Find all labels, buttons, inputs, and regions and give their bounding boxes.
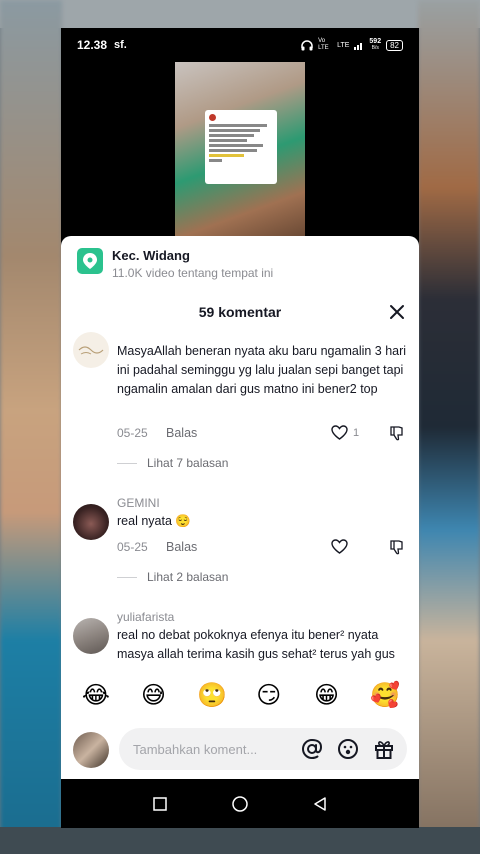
comment-input[interactable] [133, 741, 293, 757]
comment-date: 05-25 [117, 540, 148, 554]
thumbs-down-icon [390, 540, 403, 555]
input-actions [301, 738, 395, 760]
comment-avatar[interactable] [73, 618, 109, 654]
close-icon[interactable] [389, 304, 405, 320]
quick-emoji-row: 😂 😅 🙄 😏 😁 🥰 [61, 681, 419, 709]
recents-icon[interactable] [153, 797, 168, 811]
view-replies-label: Lihat 7 balasan [147, 456, 229, 470]
view-replies-button[interactable]: Lihat 7 balasan [117, 456, 228, 470]
status-bar: 12.38 sf. Vo LTE LTE 592 B/s 82 [61, 28, 419, 62]
volte-label: Vo LTE [318, 38, 329, 51]
user-avatar [73, 732, 109, 768]
background-left [0, 0, 62, 854]
gift-icon[interactable] [373, 738, 395, 760]
overlay-avatar [209, 114, 216, 121]
net-speed: 592 B/s [369, 38, 381, 52]
like-button[interactable]: 1 [331, 425, 359, 440]
location-pin-icon [77, 248, 103, 274]
emoji-button[interactable]: 😅 [139, 681, 167, 709]
reply-button[interactable]: Balas [166, 426, 197, 440]
battery-indicator: 82 [386, 39, 403, 51]
overlay-text-lines [209, 124, 273, 162]
status-time: 12.38 [77, 38, 108, 52]
video-thumbnail [175, 62, 305, 236]
back-icon[interactable] [313, 797, 327, 811]
comment-item: yuliafarista real no debat pokoknya efen… [61, 610, 419, 671]
at-icon[interactable] [301, 738, 323, 760]
emoji-button[interactable]: 🙄 [197, 681, 227, 709]
emoji-button[interactable]: 😂 [82, 681, 110, 709]
video-preview[interactable] [61, 62, 419, 236]
comment-username[interactable]: yuliafarista [117, 610, 174, 624]
home-icon[interactable] [232, 796, 248, 812]
emoji-button[interactable]: 🥰 [370, 681, 400, 709]
emoji-button[interactable]: 😁 [312, 681, 340, 709]
net-speed-unit: B/s [371, 45, 379, 51]
background-right [418, 0, 480, 854]
comments-sheet: Kec. Widang 11.0K video tentang tempat i… [61, 236, 419, 779]
phone-screen: 12.38 sf. Vo LTE LTE 592 B/s 82 Kec. Wid… [61, 28, 419, 828]
lte-label: LTE [337, 41, 350, 49]
video-overlay-card [205, 110, 277, 184]
location-subtitle: 11.0K video tentang tempat ini [112, 266, 274, 280]
background-bottom [0, 827, 480, 854]
heart-icon [331, 425, 348, 440]
comment-text: MasyaAllah beneran nyata aku baru ngamal… [117, 344, 407, 396]
emoji-icon[interactable] [337, 738, 359, 760]
headphones-icon [301, 39, 313, 50]
location-title: Kec. Widang [112, 248, 190, 263]
status-icons: Vo LTE LTE 592 B/s 82 [301, 38, 403, 52]
comment-item: GEMINI real nyata 😌 05-25 Balas Lihat 2 … [61, 496, 419, 606]
dislike-button[interactable] [389, 425, 405, 446]
comment-username[interactable]: GEMINI [117, 496, 160, 510]
net-speed-value: 592 [369, 38, 382, 45]
background-top [0, 0, 480, 28]
view-replies-label: Lihat 2 balasan [147, 570, 229, 584]
comment-input-row [61, 726, 419, 774]
dislike-button[interactable] [389, 539, 405, 560]
signal-icon [354, 42, 363, 50]
carrier-icon: sf. [114, 39, 127, 51]
comment-avatar[interactable] [73, 332, 109, 368]
comment-date: 05-25 [117, 426, 148, 440]
emoji-button[interactable]: 😏 [255, 681, 283, 709]
comment-avatar[interactable] [73, 504, 109, 540]
comment-text: real no debat pokoknya efenya itu bener²… [117, 628, 395, 661]
comments-count-title: 59 komentar [198, 304, 282, 320]
thumbs-down-icon [390, 426, 403, 441]
view-replies-line [117, 462, 137, 464]
comment-item: MasyaAllah beneran nyata aku baru ngamal… [61, 332, 419, 482]
like-count: 1 [353, 426, 360, 439]
comment-input-box[interactable] [119, 728, 407, 770]
system-nav-bar [61, 780, 419, 828]
reply-button[interactable]: Balas [166, 540, 197, 554]
comments-list[interactable]: MasyaAllah beneran nyata aku baru ngamal… [61, 332, 419, 671]
comment-text: real nyata 😌 [117, 514, 191, 528]
view-replies-button[interactable]: Lihat 2 balasan [117, 570, 228, 584]
view-replies-line [117, 576, 137, 578]
heart-icon [331, 539, 348, 554]
location-bar[interactable]: Kec. Widang 11.0K video tentang tempat i… [77, 248, 273, 280]
like-button[interactable] [331, 539, 348, 554]
